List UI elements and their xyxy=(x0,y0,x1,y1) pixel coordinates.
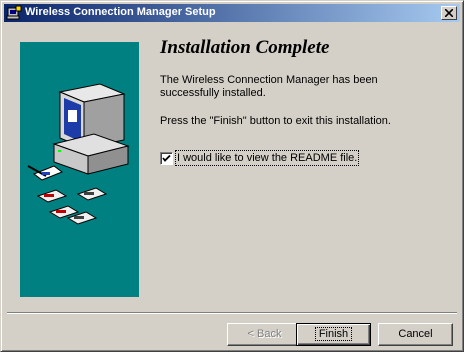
setup-installer-icon xyxy=(6,5,22,21)
checkmark-icon xyxy=(162,154,171,162)
page-title: Installation Complete xyxy=(160,37,330,58)
readme-checkbox-label[interactable]: I would like to view the README file. xyxy=(174,150,360,166)
finish-button-label: Finish xyxy=(314,327,353,341)
footer-divider xyxy=(7,312,457,314)
setup-illustration xyxy=(20,42,139,297)
cancel-button[interactable]: Cancel xyxy=(378,323,453,346)
success-message: The Wireless Connection Manager has been… xyxy=(160,74,378,99)
title-bar[interactable]: Wireless Connection Manager Setup xyxy=(4,4,460,22)
finish-button[interactable]: Finish xyxy=(296,323,371,346)
finish-instruction: Press the "Finish" button to exit this i… xyxy=(160,115,391,127)
window-title: Wireless Connection Manager Setup xyxy=(25,6,216,18)
close-icon xyxy=(445,9,453,17)
setup-dialog: Wireless Connection Manager Setup Instal… xyxy=(0,0,464,352)
close-button[interactable] xyxy=(441,6,457,20)
computer-with-disks-icon xyxy=(27,83,130,225)
back-button[interactable]: < Back xyxy=(227,323,302,346)
readme-checkbox[interactable] xyxy=(160,152,173,165)
